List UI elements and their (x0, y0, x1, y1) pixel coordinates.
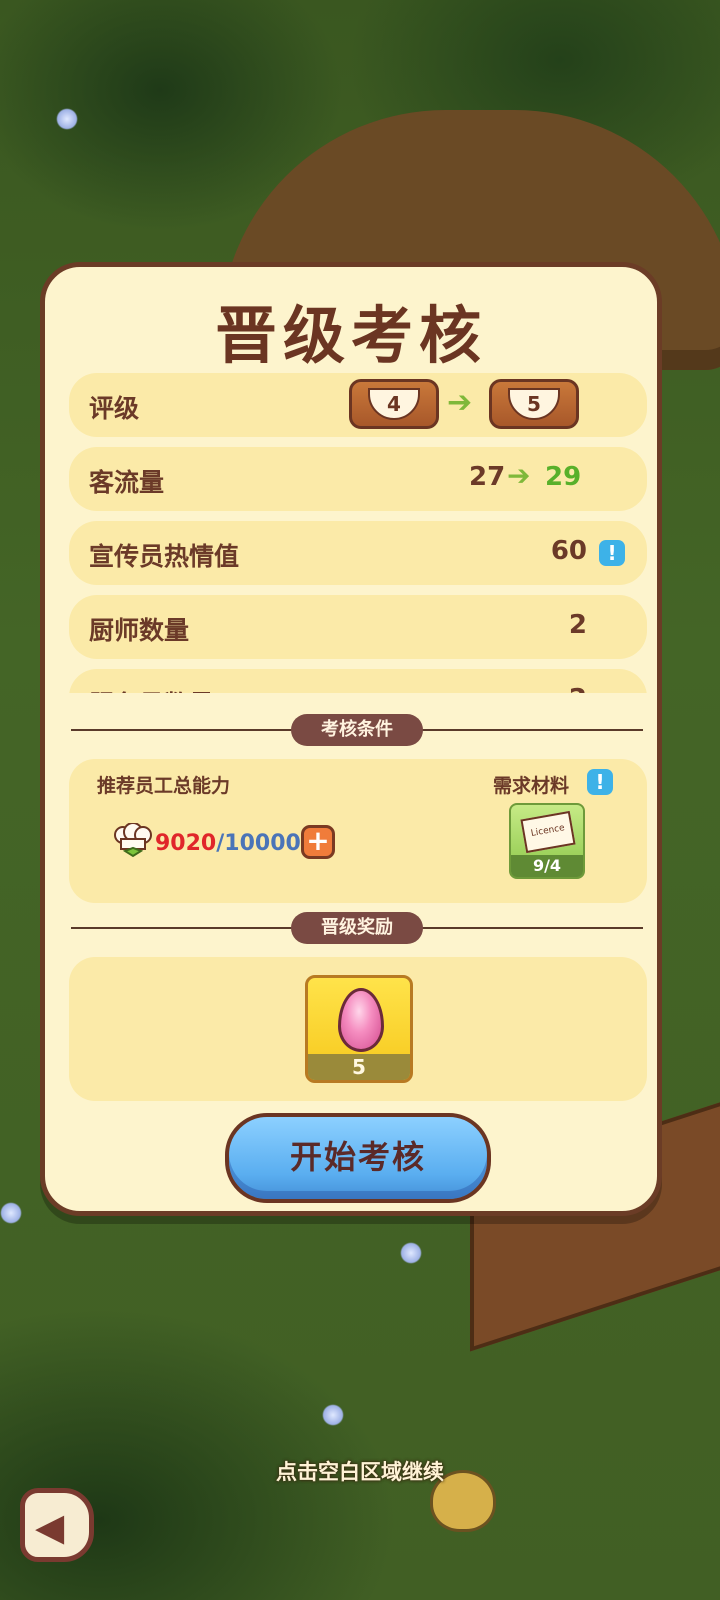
materials-label: 需求材料 (493, 775, 570, 797)
ability-label: 推荐员工总能力 (97, 775, 231, 797)
licence-material-item[interactable]: Licence 9/4 (509, 803, 585, 879)
traffic-current: 27 (469, 462, 506, 492)
stat-label: 服务员数量 (89, 685, 214, 693)
flower-decoration (56, 108, 78, 130)
rating-badge-value: 4 (368, 388, 420, 420)
stat-label: 厨师数量 (89, 616, 190, 645)
rating-badge-current: 4 (349, 379, 439, 429)
stat-label: 宣传员热情值 (89, 542, 240, 571)
info-icon[interactable]: ! (587, 769, 613, 795)
rewards-header: 晋级奖励 (291, 912, 423, 944)
stat-value: 60 (550, 536, 587, 566)
continue-hint: 点击空白区域继续 (276, 1460, 444, 1484)
rating-badge-next: 5 (489, 379, 579, 429)
stat-label: 客流量 (89, 468, 165, 497)
rewards-panel: 5 (69, 957, 647, 1101)
conditions-panel: 推荐员工总能力 需求材料 ! 9020/10000 + Licence 9/4 (69, 759, 647, 903)
add-ability-button[interactable]: + (301, 825, 335, 859)
info-icon[interactable]: ! (599, 540, 625, 566)
stat-value: 2 (568, 610, 587, 640)
stat-row-enthusiasm: 宣传员热情值 60 ! (69, 521, 647, 585)
flower-decoration (0, 1202, 22, 1224)
licence-count: 9/4 (511, 855, 583, 877)
chef-hat-icon (114, 823, 152, 858)
gem-reward-item[interactable]: 5 (305, 975, 413, 1083)
rating-badge-value: 5 (508, 388, 560, 420)
stat-row-chefs: 厨师数量 2 (69, 595, 647, 659)
arrow-right-icon: ➔ (447, 385, 473, 420)
stat-row-rating: 评级 4 ➔ 5 (69, 373, 647, 437)
stat-label: 评级 (89, 394, 140, 423)
traffic-next: 29 (545, 462, 582, 492)
back-arrow-icon: ◀ (35, 1505, 65, 1549)
licence-icon: Licence (520, 810, 576, 854)
stats-list[interactable]: 评级 4 ➔ 5 客流量 27 ➔ 29 宣传员热情值 60 ! 厨师数量 2 (69, 373, 647, 693)
stat-row-traffic: 客流量 27 ➔ 29 (69, 447, 647, 511)
stat-row-waiters: 服务员数量 2 (69, 669, 647, 693)
dialog-title: 晋级考核 (214, 299, 487, 372)
flower-decoration (322, 1404, 344, 1426)
promotion-dialog: 晋级考核 评级 4 ➔ 5 客流量 27 ➔ 29 宣传员热情值 60 ! 厨师… (40, 262, 662, 1216)
ability-required: 10000 (224, 831, 301, 856)
start-assessment-button[interactable]: 开始考核 (225, 1113, 491, 1203)
ability-current: 9020 (155, 831, 217, 856)
gem-icon (338, 988, 384, 1052)
ability-value: 9020/10000 (155, 831, 301, 856)
back-button[interactable]: ◀ (20, 1488, 94, 1562)
conditions-header: 考核条件 (291, 714, 423, 746)
reward-count: 5 (308, 1054, 410, 1080)
flower-decoration (400, 1242, 422, 1264)
stat-value: 2 (569, 684, 587, 693)
arrow-right-icon: ➔ (507, 459, 531, 492)
